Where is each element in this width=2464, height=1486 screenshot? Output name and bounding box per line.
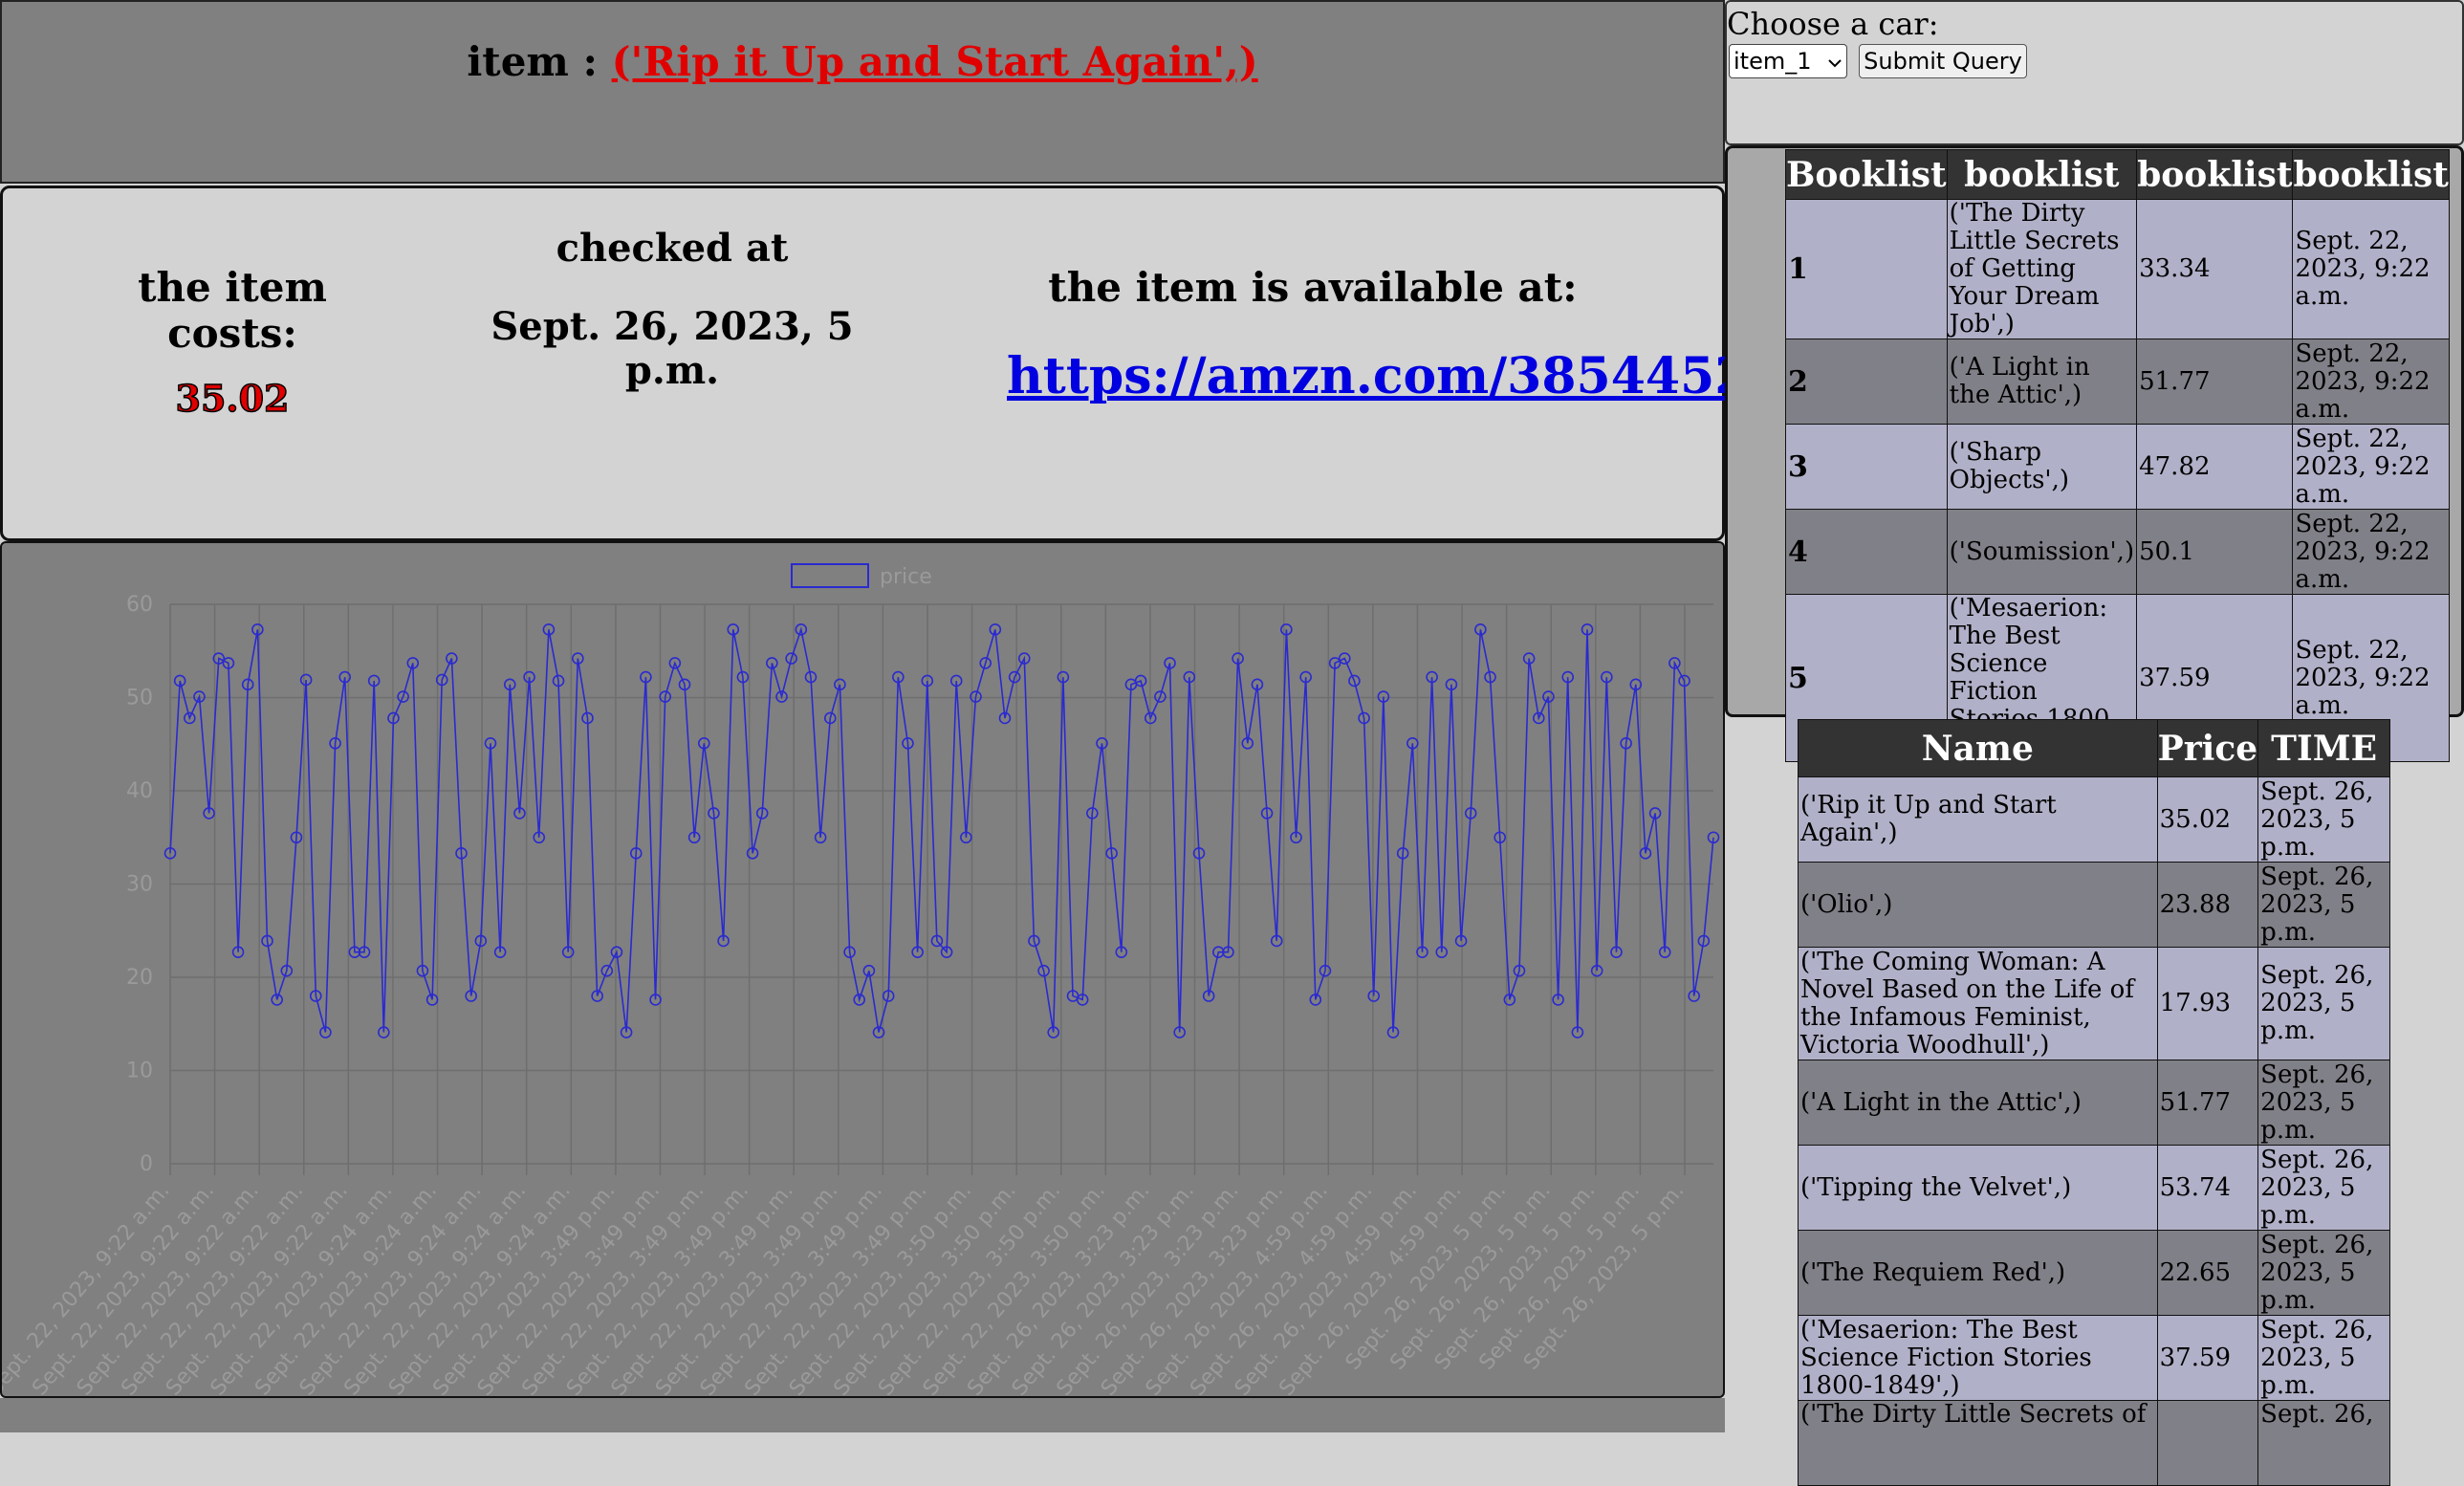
price-row-time: Sept. 26, 2023, 5 p.m. [2257,862,2390,948]
price-row-name: ('The Requiem Red',) [1798,1230,2158,1316]
item-heading: item : ('Rip it Up and Start Again',) [2,38,1723,85]
booklist-header: Booklist [1785,149,1948,200]
price-row-name: ('A Light in the Attic',) [1798,1060,2158,1146]
table-row: 3 ('Sharp Objects',) 47.82 Sept. 22, 202… [1785,424,2450,510]
form-label: Choose a car: [1727,6,1939,42]
price-line-chart: 0102030405060Sept. 22, 2023, 9:22 a.m.Se… [2,563,1720,1396]
booklist-index: 2 [1785,339,1948,425]
booklist-index: 3 [1785,424,1948,510]
booklist-header: booklist [2136,149,2294,200]
y-tick-label: 50 [126,687,153,710]
booklist-title: ('The Dirty Little Secrets of Getting Yo… [1946,199,2138,339]
booklist-price: 51.77 [2136,339,2294,425]
booklist-title: ('A Light in the Attic',) [1946,339,2138,425]
booklist-title: ('Soumission',) [1946,509,2138,595]
table-row: ('Rip it Up and Start Again',) 35.02 Sep… [1798,776,2390,863]
table-row: ('Mesaerion: The Best Science Fiction St… [1798,1315,2390,1401]
prices-header: Price [2156,719,2259,777]
price-row-name: ('Olio',) [1798,862,2158,948]
booklist-price: 50.1 [2136,509,2294,595]
booklist-header: booklist [2292,149,2450,200]
legend-swatch [791,563,869,588]
price-row-price: 37.59 [2156,1315,2259,1401]
table-row: 2 ('A Light in the Attic',) 51.77 Sept. … [1785,339,2450,425]
y-tick-label: 0 [140,1152,153,1176]
booklist-table: Booklist booklist booklist booklist 1 ('… [1785,149,2450,762]
availability-section: the item is available at: https://amzn.c… [1007,264,1853,404]
y-tick-label: 20 [126,966,153,990]
price-row-price: 53.74 [2156,1145,2259,1231]
chevron-down-icon [1827,48,1843,75]
price-row-time: Sept. 26, [2257,1400,2390,1486]
car-select-form: Choose a car: item_1 Submit Query [1725,0,2464,145]
price-row-price: 22.65 [2156,1230,2259,1316]
price-row-name: ('The Coming Woman: A Novel Based on the… [1798,947,2158,1060]
booklist-header-row: Booklist booklist booklist booklist [1785,149,2450,200]
booklist-index: 1 [1785,199,1948,339]
checked-date: Sept. 26, 2023, 5 p.m. [491,304,854,393]
cost-label: the item costs: [138,264,327,357]
price-row-price [2156,1400,2259,1486]
table-row: 4 ('Soumission',) 50.1 Sept. 22, 2023, 9… [1785,509,2450,595]
table-row: 1 ('The Dirty Little Secrets of Getting … [1785,199,2450,339]
item-info-panel: the item costs: 35.02 checked at Sept. 2… [0,186,1853,541]
submit-query-button[interactable]: Submit Query [1859,44,2027,78]
price-row-price: 35.02 [2156,776,2259,863]
price-row-time: Sept. 26, 2023, 5 p.m. [2257,776,2390,863]
price-row-price: 51.77 [2156,1060,2259,1146]
price-row-name: ('The Dirty Little Secrets of [1798,1400,2158,1486]
price-row-price: 17.93 [2156,947,2259,1060]
booklist-price: 33.34 [2136,199,2294,339]
table-row: ('The Coming Woman: A Novel Based on the… [1798,947,2390,1060]
price-row-time: Sept. 26, 2023, 5 p.m. [2257,1315,2390,1401]
y-tick-label: 10 [126,1060,153,1083]
price-series-line [169,626,1714,1033]
booklist-title: ('Sharp Objects',) [1946,424,2138,510]
price-row-time: Sept. 26, 2023, 5 p.m. [2257,947,2390,1060]
item-name-link[interactable]: ('Rip it Up and Start Again',) [612,38,1258,85]
price-row-time: Sept. 26, 2023, 5 p.m. [2257,1060,2390,1146]
car-select-dropdown[interactable]: item_1 [1729,44,1847,78]
table-row: ('The Requiem Red',) 22.65 Sept. 26, 202… [1798,1230,2390,1316]
price-row-name: ('Tipping the Velvet',) [1798,1145,2158,1231]
table-row: ('The Dirty Little Secrets of Sept. 26, [1798,1400,2390,1486]
table-row: ('Olio',) 23.88 Sept. 26, 2023, 5 p.m. [1798,862,2390,948]
price-chart-panel: 0 10 20 30 40 50 60 Sept. 22, 2023, 9:22 a.m. Se… [0,541,1725,1398]
y-tick-label: 40 [126,779,153,803]
booklist-price: 47.82 [2136,424,2294,510]
y-tick-label: 60 [126,593,153,617]
cost-value: 35.02 [175,376,291,421]
prices-header: Name [1798,719,2158,777]
booklist-header: booklist [1946,149,2138,200]
booklist-date: Sept. 22, 2023, 9:22 a.m. [2292,424,2450,510]
prices-table: Name Price TIME ('Rip it Up and Start Ag… [1798,719,2390,1486]
table-row: ('Tipping the Velvet',) 53.74 Sept. 26, … [1798,1145,2390,1231]
price-row-name: ('Mesaerion: The Best Science Fiction St… [1798,1315,2158,1401]
checked-label: checked at [556,226,789,271]
booklist-date: Sept. 22, 2023, 9:22 a.m. [2292,199,2450,339]
page-bottom-strip [0,1398,1725,1432]
checked-section: checked at Sept. 26, 2023, 5 p.m. [462,227,883,393]
price-row-name: ('Rip it Up and Start Again',) [1798,776,2158,863]
available-label: the item is available at: [1048,264,1578,311]
price-row-time: Sept. 26, 2023, 5 p.m. [2257,1145,2390,1231]
cost-section: the item costs: 35.02 [98,265,366,422]
item-header-panel: item : ('Rip it Up and Start Again',) [0,0,1725,184]
price-row-time: Sept. 26, 2023, 5 p.m. [2257,1230,2390,1316]
booklist-index: 4 [1785,509,1948,595]
prices-header-row: Name Price TIME [1798,719,2390,777]
table-row: ('A Light in the Attic',) 51.77 Sept. 26… [1798,1060,2390,1146]
prices-header: TIME [2257,719,2390,777]
available-link[interactable]: https://amzn.com/3854452705 [1007,349,1853,404]
price-row-price: 23.88 [2156,862,2259,948]
item-label: item : [467,38,598,85]
booklist-date: Sept. 22, 2023, 9:22 a.m. [2292,509,2450,595]
car-select-value: item_1 [1734,48,1812,75]
booklist-date: Sept. 22, 2023, 9:22 a.m. [2292,339,2450,425]
y-tick-label: 30 [126,873,153,897]
legend-label: price [880,565,932,589]
